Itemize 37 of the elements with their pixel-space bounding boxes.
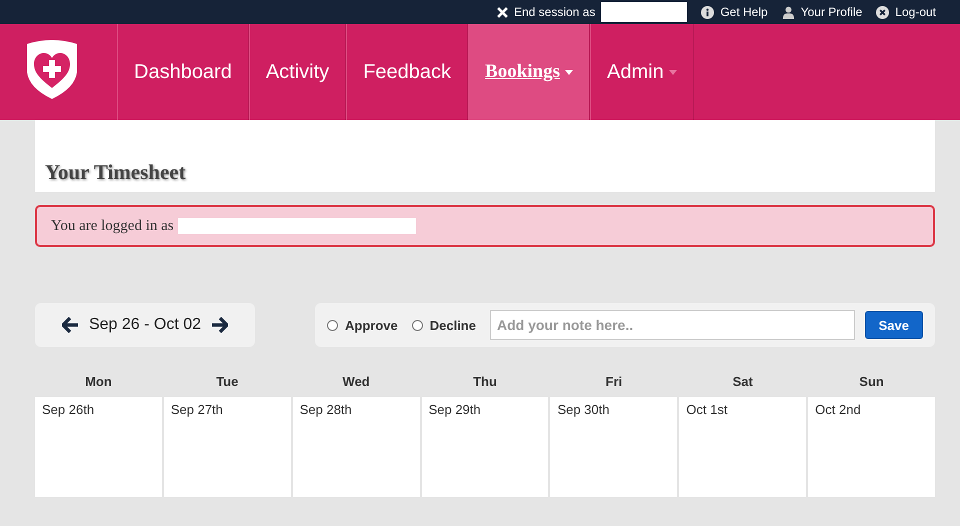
- radio-button[interactable]: [412, 320, 423, 330]
- day-header: Wed: [342, 374, 370, 388]
- day-header: Fri: [606, 374, 622, 388]
- day-cell[interactable]: Sep 26th: [35, 397, 162, 497]
- arrow-left-icon[interactable]: [62, 317, 79, 333]
- end-session-label: End session as: [514, 5, 596, 19]
- page-title: Your Timesheet: [45, 160, 187, 185]
- nav-tab[interactable]: Bookings: [468, 24, 590, 120]
- top-link[interactable]: Log-out: [876, 5, 936, 19]
- day-cell[interactable]: Sep 29th: [422, 397, 548, 497]
- shield-heart-logo[interactable]: [25, 38, 79, 100]
- day-cell[interactable]: Sep 30th: [550, 397, 678, 497]
- close-circle-icon: [876, 6, 890, 18]
- save-button[interactable]: Save: [864, 311, 923, 339]
- day-header: Thu: [473, 374, 497, 388]
- close-icon: [496, 6, 508, 18]
- top-link[interactable]: Your Profile: [782, 5, 862, 19]
- info-icon: [701, 6, 714, 18]
- day-header: Sun: [859, 374, 884, 388]
- arrow-right-icon[interactable]: [211, 317, 228, 333]
- caret-icon: [565, 70, 574, 74]
- note-field[interactable]: Add your note here..: [490, 310, 855, 340]
- day-header: Sat: [732, 374, 753, 388]
- day-cell[interactable]: Sep 27th: [164, 397, 291, 497]
- day-cell[interactable]: Oct 1st: [679, 397, 806, 497]
- day-header: Mon: [85, 374, 112, 388]
- alert-text: You are logged in as: [51, 218, 174, 234]
- radio-button[interactable]: [327, 320, 338, 330]
- caret-icon: [668, 70, 677, 74]
- day-header: Tue: [216, 374, 238, 388]
- radio-label: Approve: [345, 318, 398, 332]
- day-cell[interactable]: Oct 2nd: [808, 397, 936, 497]
- radio-label: Decline: [430, 318, 476, 332]
- week-range: Sep 26 - Oct 02: [88, 316, 202, 334]
- day-cell[interactable]: Sep 28th: [292, 397, 420, 497]
- top-link[interactable]: Get Help: [701, 5, 768, 19]
- user-icon: [782, 6, 795, 18]
